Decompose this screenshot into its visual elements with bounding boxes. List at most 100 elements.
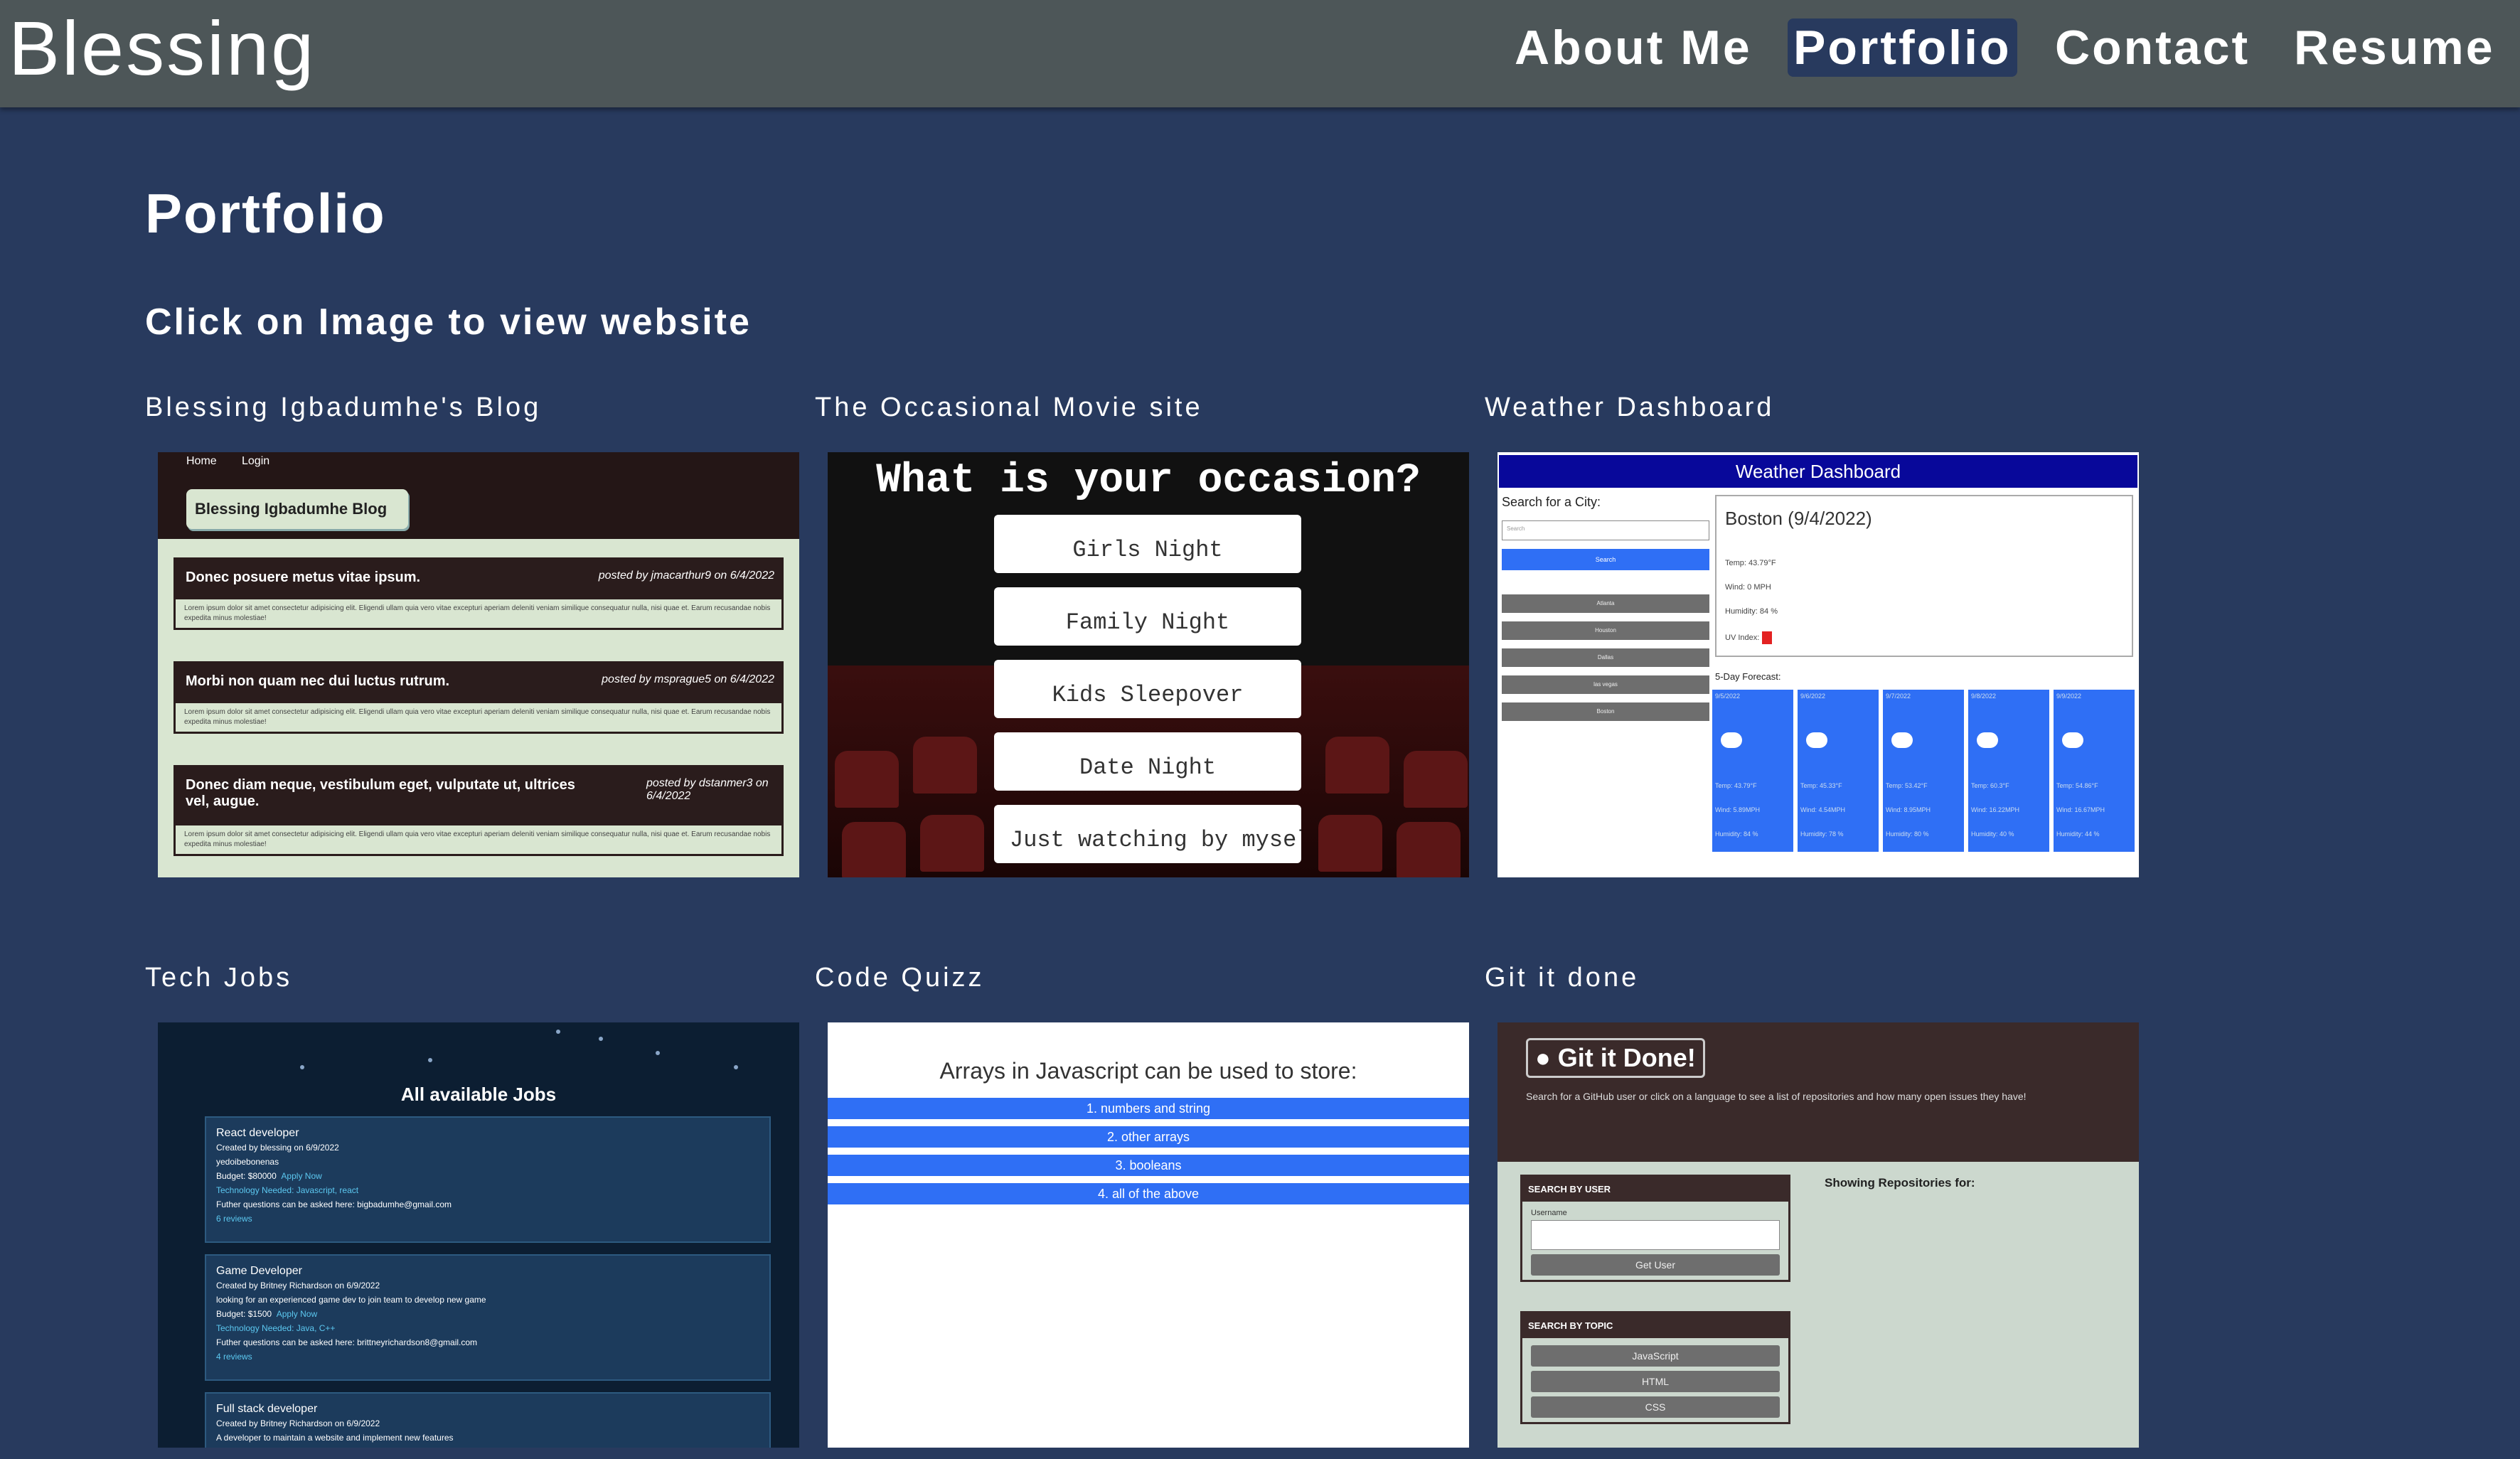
thumb-element: Temp: 60.3°F [1971, 782, 2009, 789]
sun-cloud-icon [1977, 732, 1998, 748]
forecast-card: 9/5/2022 Temp: 43.79°F Wind: 5.89MPH Humidi… [1712, 690, 1793, 852]
thumb-seat [1404, 751, 1468, 808]
cloud-icon [1721, 732, 1742, 748]
movie-option: Date Night [994, 732, 1301, 791]
thumb-element: Budget: $1500 Apply Now [216, 1307, 759, 1321]
movie-option: Girls Night [994, 515, 1301, 573]
nav-contact[interactable]: Contact [2049, 18, 2255, 77]
current-uv: UV Index: [1725, 631, 1773, 644]
project-image-tech-jobs[interactable]: All available Jobs React developer Creat… [158, 1022, 799, 1448]
project-image-movie[interactable]: What is your occasion? Girls Night Famil… [828, 452, 1469, 877]
weather-header: Weather Dashboard [1499, 455, 2137, 488]
project-title-tech-jobs: Tech Jobs [145, 963, 293, 993]
quiz-answer: 1. numbers and string [828, 1098, 1469, 1119]
movie-option: Kids Sleepover [994, 660, 1301, 718]
thumb-star [599, 1037, 603, 1041]
job-card: Game Developer Created by Britney Richar… [205, 1254, 771, 1381]
forecast-card: 9/8/2022 Temp: 60.3°F Wind: 16.22MPH Humidi… [1968, 690, 2049, 852]
post-body: Lorem ipsum dolor sit amet consectetur a… [184, 708, 771, 726]
thumb-element: Wind: 16.22MPH [1971, 806, 2020, 813]
thumb-element: 9/9/2022 [2056, 693, 2082, 700]
blog-header: Home Login Blessing Igbadumhe Blog [158, 452, 799, 539]
thumb-element: Humidity: 44 % [2056, 830, 2100, 838]
thumb-element: Temp: 45.33°F [1800, 782, 1842, 789]
quiz-answer: 4. all of the above [828, 1183, 1469, 1204]
weather-search-label: Search for a City: [1502, 495, 1601, 509]
post-author: posted by jmacarthur9 on 6/4/2022 [598, 570, 774, 582]
thumb-cy: Technology Needed: Java, C++ [216, 1323, 336, 1333]
thumb-lbl: Username [1531, 1209, 1567, 1217]
thumb-element: Budget: $1500 [216, 1309, 272, 1319]
thumb-seat [913, 737, 977, 793]
thumb-element: 9/8/2022 [1971, 693, 1997, 700]
project-image-code-quiz[interactable]: Arrays in Javascript can be used to stor… [828, 1022, 1469, 1448]
page-subtitle: Click on Image to view website [145, 301, 752, 343]
post-title: Donec posuere metus vitae ipsum. [186, 570, 421, 585]
thumb-element: Temp: 53.42°F [1886, 782, 1928, 789]
blog-nav-login: Login [242, 455, 270, 467]
get-user-button: Get User [1531, 1254, 1780, 1276]
thumb-element: A developer to maintain a website and im… [216, 1433, 454, 1443]
forecast-card: 9/9/2022 Temp: 54.86°F Wind: 16.67MPH Humid… [2054, 690, 2135, 852]
nav-about-me[interactable]: About Me [1509, 18, 1758, 77]
thumb-star [428, 1058, 432, 1062]
thumb-element: Temp: 54.86°F [2056, 782, 2098, 789]
nav-resume[interactable]: Resume [2288, 18, 2501, 77]
quiz-question: Arrays in Javascript can be used to stor… [939, 1058, 1357, 1084]
git-description: Search for a GitHub user or click on a l… [1526, 1091, 2027, 1102]
thumb-star [556, 1030, 560, 1034]
project-image-git-it-done[interactable]: ● Git it Done! Search for a GitHub user … [1497, 1022, 2139, 1448]
movie-question: What is your occasion? [876, 458, 1421, 504]
post-body: Lorem ipsum dolor sit amet consectetur a… [184, 604, 771, 622]
project-image-weather[interactable]: Weather Dashboard Search for a City: Sea… [1497, 452, 2139, 877]
thumb-seat [1397, 822, 1461, 877]
thumb-element: 9/6/2022 [1800, 693, 1826, 700]
thumb-element: Wind: 8.95MPH [1886, 806, 1931, 813]
project-title-blog: Blessing Igbadumhe's Blog [145, 392, 542, 422]
job-card: Full stack developer Created by Britney … [205, 1392, 771, 1448]
city-button: Dallas [1502, 648, 1709, 667]
thumb-element: 9/7/2022 [1886, 693, 1911, 700]
current-city: Boston (9/4/2022) [1725, 508, 1872, 529]
site-logo[interactable]: Blessing [9, 6, 316, 91]
weather-search-input: Search [1502, 520, 1709, 540]
search-by-topic-panel: SEARCH BY TOPIC JavaScript HTML CSS [1520, 1311, 1790, 1424]
thumb-cy: Technology Needed: Javascript, react [216, 1185, 359, 1195]
uv-indicator [1762, 631, 1773, 644]
git-title: ● Git it Done! [1526, 1038, 1705, 1078]
topic-button: HTML [1531, 1371, 1780, 1392]
blog-post: Morbi non quam nec dui luctus rutrum. pos… [173, 661, 784, 734]
blog-post: Donec posuere metus vitae ipsum. posted b… [173, 557, 784, 630]
current-wind: Wind: 0 MPH [1725, 583, 1771, 592]
repos-heading: Showing Repositories for: [1825, 1176, 1975, 1190]
thumb-element: Git it Done! [1557, 1043, 1696, 1072]
post-author: posted by msprague5 on 6/4/2022 [602, 673, 774, 685]
thumb-element: Humidity: 84 % [1715, 830, 1758, 838]
thumb-cy: Apply Now [281, 1171, 322, 1181]
thumb-element: Wind: 5.89MPH [1715, 806, 1761, 813]
current-humidity: Humidity: 84 % [1725, 607, 1778, 616]
thumb-element: Temp: 43.79°F [1715, 782, 1757, 789]
thumb-element: yedoibebonenas [216, 1157, 279, 1167]
thumb-cy: 6 reviews [216, 1214, 252, 1224]
search-by-user-panel: SEARCH BY USER Username Get User [1520, 1175, 1790, 1282]
thumb-star [300, 1065, 304, 1069]
nav-portfolio[interactable]: Portfolio [1788, 18, 2017, 77]
thumb-star [734, 1065, 738, 1069]
post-author: posted by dstanmer3 on 6/4/2022 [646, 777, 769, 802]
thumb-element: Wind: 4.54MPH [1800, 806, 1846, 813]
topic-button: CSS [1531, 1396, 1780, 1418]
project-image-blog[interactable]: Home Login Blessing Igbadumhe Blog Donec… [158, 452, 799, 877]
project-title-movie: The Occasional Movie site [815, 392, 1203, 422]
thumb-element: Created by Britney Richardson on 6/9/202… [216, 1281, 380, 1290]
post-title: Donec diam neque, vestibulum eget, vulpu… [186, 777, 575, 809]
thumb-element: Futher questions can be asked here: bigb… [216, 1199, 452, 1209]
thumb-element: Budget: $80000 [216, 1171, 277, 1181]
thumb-element: Humidity: 40 % [1971, 830, 2014, 838]
uv-label: UV Index: [1725, 633, 1760, 642]
project-title-git-it-done: Git it done [1485, 963, 1640, 993]
thumb-seat [1318, 815, 1382, 872]
city-button: Houston [1502, 621, 1709, 640]
forecast-label: 5-Day Forecast: [1715, 671, 1781, 682]
thumb-seat [842, 822, 906, 877]
